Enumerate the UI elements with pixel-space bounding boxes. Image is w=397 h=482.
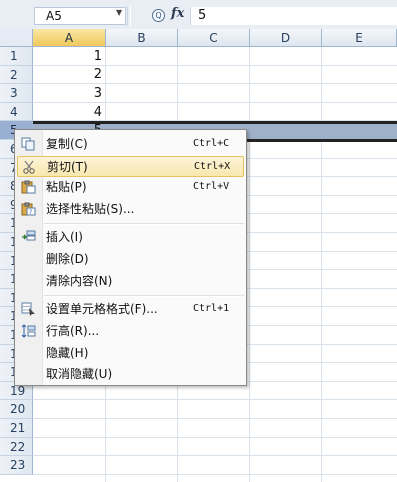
- column-header-a[interactable]: A: [33, 29, 106, 47]
- menu-item-label: 隐藏(H): [46, 346, 89, 360]
- row-header-22[interactable]: 22: [0, 437, 33, 457]
- context-menu: 复制(C) Ctrl+C 剪切(T) Ctrl+X 粘贴(P) Ctrl+V ?…: [14, 129, 247, 386]
- grid-line: [33, 418, 397, 419]
- menu-item-shortcut: Ctrl+V: [193, 181, 230, 192]
- menu-item-clear-contents[interactable]: 清除内容(N): [17, 271, 244, 292]
- row-height-icon: [21, 324, 36, 338]
- menu-item-label: 剪切(T): [47, 160, 88, 174]
- menu-item-copy[interactable]: 复制(C) Ctrl+C: [17, 134, 244, 155]
- menu-item-shortcut: Ctrl+1: [193, 303, 230, 314]
- menu-item-label: 设置单元格格式(F)...: [46, 302, 158, 316]
- formula-input[interactable]: 5: [190, 7, 397, 25]
- scissors-icon: [23, 160, 35, 174]
- column-header-e[interactable]: E: [322, 29, 397, 47]
- menu-item-label: 粘贴(P): [46, 180, 87, 194]
- column-header-d[interactable]: D: [250, 29, 322, 47]
- menu-item-format-cells[interactable]: 设置单元格格式(F)... Ctrl+1: [17, 299, 244, 320]
- menu-item-cut[interactable]: 剪切(T) Ctrl+X: [17, 156, 244, 177]
- zoom-icon[interactable]: Q: [152, 9, 165, 22]
- row-header-1[interactable]: 1: [0, 47, 33, 66]
- name-box[interactable]: A5: [34, 7, 126, 25]
- menu-item-insert[interactable]: 插入(I): [17, 227, 244, 248]
- formula-bar-separator: [127, 6, 131, 26]
- cell-a1[interactable]: 1: [33, 48, 102, 66]
- menu-item-row-height[interactable]: 行高(R)...: [17, 321, 244, 342]
- paste-special-icon: ?: [21, 202, 36, 216]
- menu-item-unhide[interactable]: 取消隐藏(U): [17, 364, 244, 385]
- grid-line: [321, 47, 322, 482]
- row-header-2[interactable]: 2: [0, 65, 33, 85]
- menu-item-hide[interactable]: 隐藏(H): [17, 343, 244, 364]
- menu-item-label: 删除(D): [46, 252, 89, 266]
- insert-function-icon[interactable]: fx: [171, 6, 184, 21]
- menu-item-shortcut: Ctrl+C: [193, 138, 230, 149]
- menu-item-delete[interactable]: 删除(D): [17, 249, 244, 270]
- menu-item-paste-special[interactable]: ? 选择性粘贴(S)...: [17, 199, 244, 220]
- row-header-23[interactable]: 23: [0, 456, 33, 475]
- insert-icon: [22, 230, 36, 241]
- grid-line: [33, 455, 397, 457]
- column-header-b[interactable]: B: [106, 29, 178, 47]
- column-header-c[interactable]: C: [178, 29, 250, 47]
- menu-separator: [44, 223, 244, 225]
- cell-a2[interactable]: 2: [33, 66, 102, 84]
- menu-item-label: 选择性粘贴(S)...: [46, 202, 135, 216]
- svg-text:?: ?: [29, 209, 32, 216]
- formula-bar: A5 ▼ Q fx 5: [0, 0, 397, 30]
- grid-line: [33, 436, 397, 438]
- menu-item-label: 插入(I): [46, 230, 83, 244]
- paste-icon: [21, 180, 36, 194]
- menu-item-label: 清除内容(N): [46, 274, 113, 288]
- menu-item-label: 取消隐藏(U): [46, 367, 113, 381]
- copy-icon: [21, 137, 35, 151]
- cell-a3[interactable]: 3: [33, 85, 102, 103]
- cell-a4[interactable]: 4: [33, 104, 102, 122]
- grid-line: [33, 399, 397, 401]
- row-header-20[interactable]: 20: [0, 400, 33, 419]
- menu-item-label: 行高(R)...: [46, 324, 100, 338]
- row-header-21[interactable]: 21: [0, 419, 33, 438]
- menu-item-shortcut: Ctrl+X: [194, 161, 231, 172]
- menu-item-paste[interactable]: 粘贴(P) Ctrl+V: [17, 177, 244, 198]
- grid-line: [33, 473, 397, 475]
- name-box-dropdown-icon[interactable]: ▼: [116, 8, 122, 17]
- grid-line: [249, 47, 250, 482]
- menu-separator: [44, 295, 244, 297]
- menu-item-label: 复制(C): [46, 137, 88, 151]
- row-header-3[interactable]: 3: [0, 84, 33, 103]
- row-header-4[interactable]: 4: [0, 102, 33, 122]
- format-cells-icon: [21, 302, 35, 316]
- select-all-corner[interactable]: [0, 29, 33, 47]
